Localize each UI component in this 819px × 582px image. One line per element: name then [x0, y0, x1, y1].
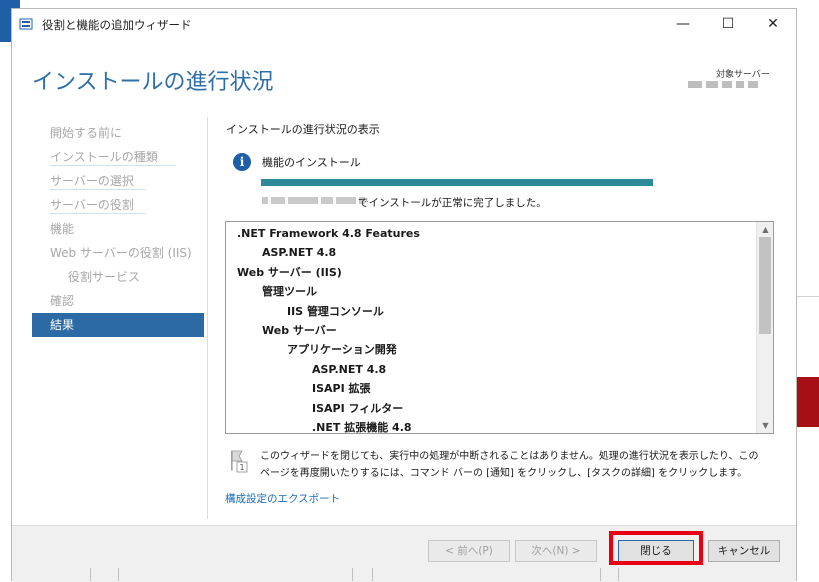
next-button[interactable]: 次へ(N) > [515, 540, 597, 562]
export-config-link[interactable]: 構成設定のエクスポート [225, 491, 340, 506]
list-item: IIS 管理コンソール [287, 304, 384, 318]
window-title: 役割と機能の追加ウィザード [42, 18, 192, 32]
list-item: アプリケーション開発 [287, 343, 397, 357]
server-name-redacted [262, 197, 365, 204]
progress-fill [261, 179, 653, 186]
scroll-down-icon[interactable]: ▼ [757, 418, 773, 433]
list-item: Web サーバー (IIS) [237, 265, 342, 279]
install-success-text: でインストールが正常に完了しました。 [358, 197, 547, 209]
nav-item-results[interactable]: 結果 [32, 313, 204, 337]
nav-underline [50, 189, 146, 190]
maximize-button[interactable]: ☐ [705, 11, 751, 37]
cancel-button[interactable]: キャンセル [708, 540, 780, 562]
background-divider [118, 568, 119, 581]
scrollbar-thumb[interactable] [759, 237, 771, 334]
nav-item-confirmation[interactable]: 確認 [32, 289, 204, 313]
installed-features-list[interactable]: .NET Framework 4.8 Features ASP.NET 4.8 … [225, 221, 774, 434]
info-icon: i [233, 153, 251, 171]
list-item: ASP.NET 4.8 [262, 246, 337, 260]
server-manager-icon [19, 18, 33, 30]
nav-underline [50, 213, 146, 214]
list-item: ISAPI フィルター [312, 401, 404, 415]
list-item: .NET 拡張機能 4.8 [312, 420, 412, 434]
nav-item-features[interactable]: 機能 [32, 217, 204, 241]
section-title: インストールの進行状況の表示 [226, 123, 380, 136]
list-scrollbar[interactable]: ▲ ▼ [756, 222, 773, 433]
list-item: 管理ツール [262, 285, 317, 299]
background-divider [372, 568, 373, 581]
list-item: Web サーバー [262, 323, 337, 337]
feature-install-label: 機能のインストール [262, 156, 361, 169]
list-item: ISAPI 拡張 [312, 382, 371, 396]
note-line: このウィザードを閉じても、実行中の処理が中断されることはありません。処理の進行状… [260, 451, 759, 462]
wizard-window: 役割と機能の追加ウィザード — ☐ ✕ インストールの進行状況 対象サーバー 開… [11, 8, 797, 582]
notification-flag-icon: 1 [231, 450, 248, 473]
background-window [0, 0, 11, 581]
nav-underline [50, 165, 176, 166]
note-line: ページを再度開いたりするには、コマンド バーの [通知] をクリックし、[タスク… [260, 468, 748, 479]
list-item: ASP.NET 4.8 [312, 362, 387, 376]
list-item: .NET Framework 4.8 Features [237, 227, 420, 240]
nav-item-web-server-role[interactable]: Web サーバーの役割 (IIS) [32, 241, 204, 265]
background-divider [797, 296, 819, 297]
wizard-nav: 開始する前に インストールの種類 サーバーの選択 サーバーの役割 機能 Web … [32, 121, 204, 337]
close-button-highlight [609, 531, 703, 565]
title-bar: 役割と機能の追加ウィザード — ☐ ✕ [12, 9, 796, 39]
background-divider [600, 568, 601, 581]
previous-button[interactable]: < 前へ(P) [428, 540, 510, 562]
close-icon: ✕ [767, 16, 779, 32]
background-divider [352, 568, 353, 581]
minimize-icon: — [676, 16, 690, 32]
nav-item-role-services[interactable]: 役割サービス [32, 265, 204, 289]
progress-bar [261, 179, 653, 186]
nav-divider [207, 117, 208, 519]
background-red-block [797, 377, 819, 427]
minimize-button[interactable]: — [660, 11, 706, 37]
background-divider [90, 568, 91, 581]
background-divider [618, 568, 619, 581]
nav-item-before-you-begin[interactable]: 開始する前に [32, 121, 204, 145]
page-title: インストールの進行状況 [32, 70, 274, 95]
svg-text:1: 1 [239, 463, 244, 472]
close-window-button[interactable]: ✕ [750, 11, 796, 37]
list-content: .NET Framework 4.8 Features ASP.NET 4.8 … [226, 224, 754, 434]
scroll-up-icon[interactable]: ▲ [757, 222, 773, 237]
wizard-close-note: このウィザードを閉じても、実行中の処理が中断されることはありません。処理の進行状… [260, 448, 780, 482]
maximize-icon: ☐ [721, 16, 735, 32]
target-server-name-redacted [688, 81, 758, 88]
target-server-label: 対象サーバー [716, 70, 770, 80]
